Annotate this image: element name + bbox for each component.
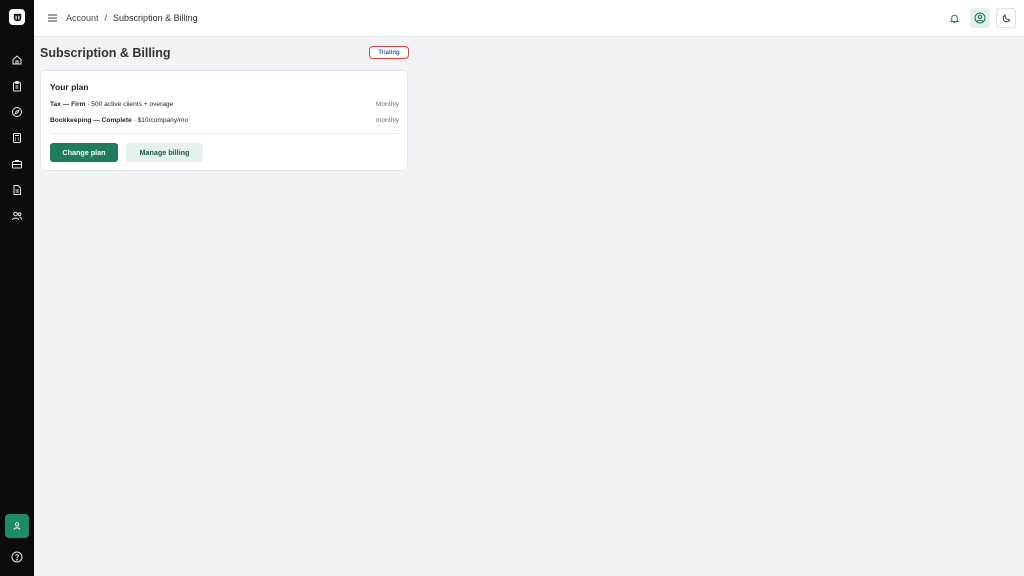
page-title: Subscription & Billing [40,46,171,60]
breadcrumb-current: Subscription & Billing [113,13,198,23]
sidebar-bottom [0,514,34,564]
sidebar-item-home[interactable] [0,47,34,73]
bell-icon [948,14,960,23]
top-actions [946,8,1016,28]
clipboard-icon [13,81,21,92]
user-circle-icon [974,12,986,24]
help-icon [11,551,23,563]
plan-detail: · $10/company/mo [131,117,189,124]
users-icon [12,211,22,221]
hamburger-icon [47,14,57,22]
breadcrumb: Account / Subscription & Billing [66,13,198,23]
user-icon [13,522,21,530]
notifications-button[interactable] [946,8,962,28]
theme-toggle-button[interactable] [996,8,1016,28]
sidebar-nav [0,47,34,229]
plan-period: Monthly [375,101,399,108]
card-divider [50,133,399,134]
sidebar-item-clipboard[interactable] [0,73,34,99]
sidebar-item-briefcase[interactable] [0,151,34,177]
briefcase-icon [12,160,22,169]
sidebar-item-compass[interactable] [0,99,34,125]
brand-logo-icon[interactable] [9,9,25,25]
menu-toggle-button[interactable] [46,12,58,24]
change-plan-button[interactable]: Change plan [50,143,118,162]
moon-icon [1002,13,1010,22]
sidebar-item-documents[interactable] [0,177,34,203]
plan-detail: · 500 active clients + overage [85,101,174,108]
plan-period: monthly [375,117,399,124]
plan-description: Tax — Firm · 500 active clients + overag… [50,101,173,108]
plan-row-bookkeeping: Bookkeeping — Complete · $10/company/mo … [50,117,399,124]
plan-description: Bookkeeping — Complete · $10/company/mo [50,117,188,124]
help-button[interactable] [10,550,24,564]
sidebar [0,0,34,576]
home-icon [12,55,22,65]
sidebar-item-users[interactable] [0,203,34,229]
plan-name: Bookkeeping — Complete [50,117,132,124]
main-content: Subscription & Billing Trialing Your pla… [40,44,410,171]
document-icon [13,185,21,195]
card-title: Your plan [50,82,89,92]
manage-billing-button[interactable]: Manage billing [126,143,203,162]
plan-row-tax: Tax — Firm · 500 active clients + overag… [50,101,399,108]
plan-name: Tax — Firm [50,101,86,108]
breadcrumb-account-link[interactable]: Account [66,13,99,23]
status-badge: Trialing [369,46,409,59]
calculator-icon [13,133,21,143]
breadcrumb-separator: / [104,13,108,23]
profile-button[interactable] [970,8,990,28]
page-header: Subscription & Billing Trialing [40,44,410,62]
plan-card: Your plan Tax — Firm · 500 active client… [40,70,408,171]
compass-icon [12,107,22,117]
top-bar: Account / Subscription & Billing [34,0,1024,37]
sidebar-item-calculator[interactable] [0,125,34,151]
account-button[interactable] [5,514,29,538]
